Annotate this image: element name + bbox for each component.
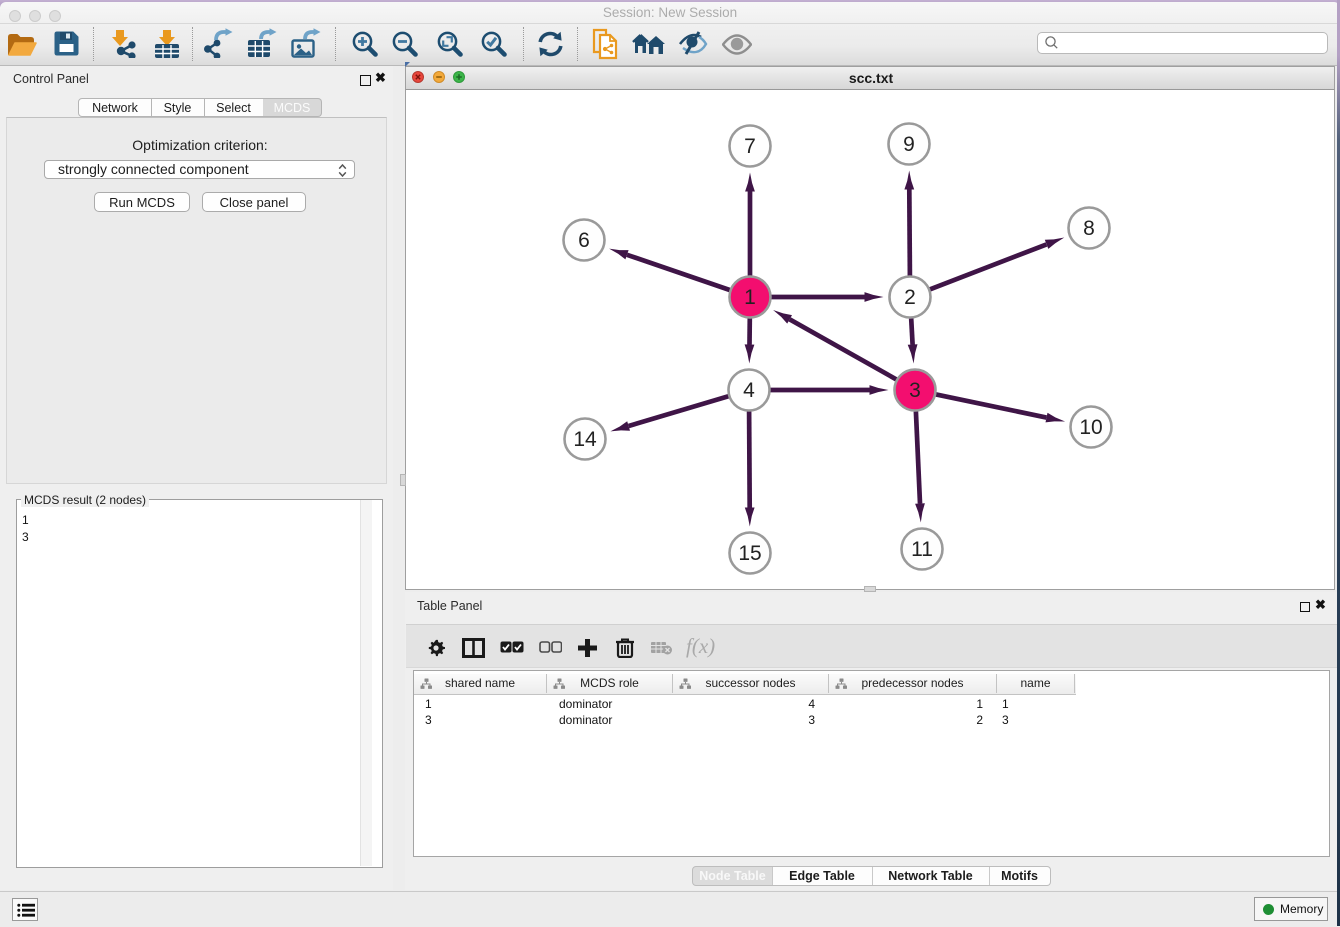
svg-text:7: 7: [744, 135, 756, 158]
svg-text:15: 15: [738, 542, 761, 565]
svg-text:9: 9: [903, 133, 915, 156]
svg-text:10: 10: [1079, 416, 1102, 439]
svg-text:11: 11: [911, 538, 933, 561]
svg-text:14: 14: [573, 428, 597, 451]
svg-text:4: 4: [743, 379, 755, 402]
svg-text:3: 3: [909, 379, 921, 402]
svg-text:8: 8: [1083, 217, 1095, 240]
svg-text:2: 2: [904, 286, 916, 309]
svg-text:1: 1: [744, 286, 756, 309]
svg-text:6: 6: [578, 229, 590, 252]
